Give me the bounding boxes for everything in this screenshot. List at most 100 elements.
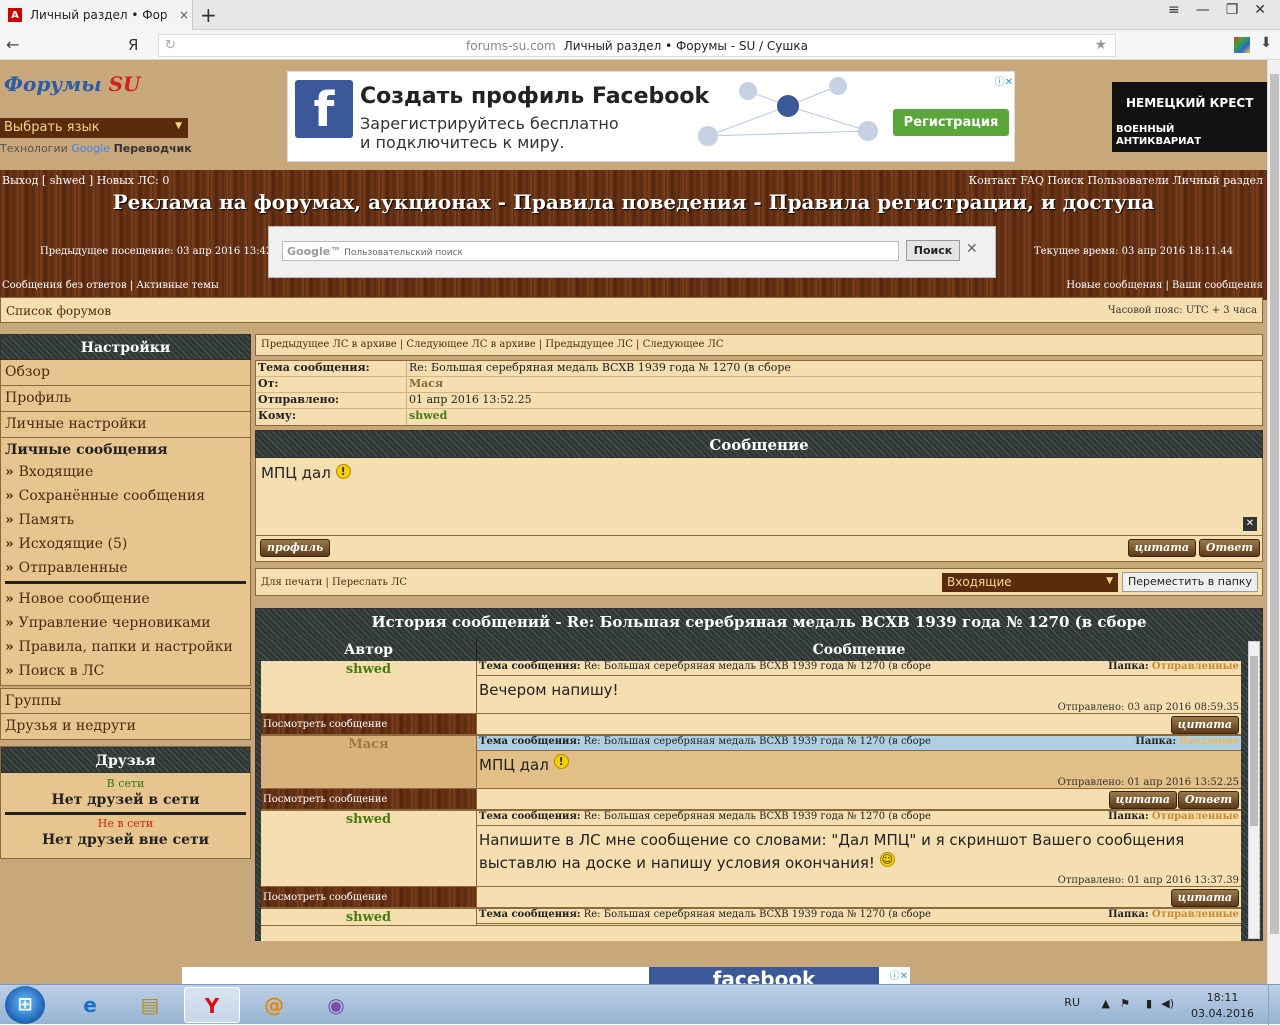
facebook-ad-banner[interactable]: f Создать профиль Facebook Зарегистрируй… — [287, 71, 1015, 162]
close-window-icon[interactable]: ✕ — [1254, 2, 1266, 18]
quote-button[interactable]: цитата — [1108, 791, 1177, 809]
viber-icon[interactable]: ◉ — [308, 987, 364, 1023]
pm-subject: Re: Большая серебряная медаль ВСХВ 1939 … — [409, 361, 791, 374]
network-icon[interactable]: ▮ — [1146, 997, 1152, 1010]
user-links: Выход [ shwed ] Новых ЛС: 0 Контакт FAQ … — [0, 174, 1267, 190]
sidebar-item-memory[interactable]: » Память — [5, 508, 250, 532]
start-button[interactable]: ⊞ — [5, 986, 45, 1024]
top-links[interactable]: Контакт FAQ Поиск Пользователи Личный ра… — [969, 174, 1263, 187]
show-desktop-button[interactable] — [1268, 985, 1280, 1025]
forum-list-link[interactable]: Список форумов — [6, 304, 111, 318]
new-posts-links[interactable]: Новые сообщения | Ваши сообщения — [1066, 280, 1263, 291]
move-to-folder-button[interactable]: Переместить в папку — [1122, 572, 1258, 592]
reply-button[interactable]: Ответ — [1198, 539, 1260, 557]
explorer-icon[interactable]: ▤ — [122, 987, 178, 1023]
pm-to-user[interactable]: shwed — [407, 409, 1262, 425]
sidebar-item-groups[interactable]: Группы — [0, 688, 251, 714]
ucp-sidebar: Настройки Обзор Профиль Личные настройки… — [0, 334, 251, 859]
unanswered-links[interactable]: Сообщения без ответов | Активные темы — [2, 280, 219, 291]
view-message-link[interactable]: Посмотреть сообщение — [261, 887, 477, 907]
current-time: Текущее время: 03 апр 2016 18:11.44 — [1034, 246, 1234, 257]
reload-icon[interactable]: ↻ — [165, 38, 176, 53]
sidebar-item-rules[interactable]: » Правила, папки и настройки — [5, 635, 250, 659]
sidebar-item-friends[interactable]: Друзья и недруги — [0, 714, 251, 740]
menu-icon[interactable]: ≡ — [1168, 2, 1180, 18]
flag-icon[interactable]: ⚑ — [1120, 997, 1130, 1010]
view-message-link[interactable]: Посмотреть сообщение — [261, 714, 477, 734]
print-forward-links[interactable]: Для печати | Переслать ЛС — [261, 577, 407, 588]
tab-close-icon[interactable]: × — [176, 8, 192, 22]
history-row: shwed Тема сообщения: Re: Большая серебр… — [261, 811, 1241, 887]
download-icon[interactable]: ⬇ — [1260, 35, 1272, 51]
history-row: shwed Тема сообщения: Re: Большая серебр… — [261, 909, 1241, 926]
extension-icon[interactable] — [1234, 37, 1250, 53]
clear-search-icon[interactable]: ✕ — [966, 241, 978, 257]
history-author[interactable]: shwed — [261, 811, 477, 886]
yandex-icon[interactable]: Я — [128, 36, 138, 54]
logout-link[interactable]: Выход [ shwed ] Новых ЛС: 0 — [2, 174, 169, 187]
page-scrollbar[interactable] — [1267, 60, 1280, 984]
tray-expand-icon[interactable]: ▲ — [1102, 997, 1110, 1010]
sidebar-item-profile[interactable]: Профиль — [0, 386, 251, 412]
timezone: Часовой пояс: UTC + 3 часа — [1107, 305, 1257, 316]
language-indicator[interactable]: RU — [1064, 996, 1080, 1009]
quote-button[interactable]: цитата — [1170, 889, 1239, 907]
view-message-link[interactable]: Посмотреть сообщение — [261, 789, 477, 809]
search-input[interactable]: Google™ Пользовательский поиск — [282, 241, 899, 261]
back-arrow-icon[interactable]: ← — [6, 35, 19, 54]
folder-select[interactable]: Входящие ▼ — [942, 573, 1118, 592]
maximize-icon[interactable]: ❐ — [1226, 2, 1239, 18]
url-field[interactable]: ↻ forums-su.com Личный раздел • Форумы -… — [158, 34, 1116, 57]
mail-agent-icon[interactable]: @ — [246, 987, 302, 1023]
pm-navigation[interactable]: Предыдущее ЛС в архиве | Следующее ЛС в … — [255, 334, 1263, 356]
quote-button[interactable]: цитата — [1170, 716, 1239, 734]
ie-icon[interactable]: e — [62, 987, 118, 1023]
site-logo[interactable]: Форумы SU — [4, 72, 141, 96]
volume-icon[interactable]: ◀) — [1161, 997, 1174, 1010]
history-scrollbar[interactable] — [1248, 641, 1260, 939]
register-button[interactable]: Регистрация — [893, 109, 1009, 136]
pm-from-user[interactable]: Мася — [407, 377, 1262, 392]
scrollbar-thumb[interactable] — [1250, 656, 1258, 826]
yandex-browser-icon[interactable]: Y — [184, 987, 240, 1023]
sidebar-item-preferences[interactable]: Личные настройки — [0, 412, 251, 438]
quote-button[interactable]: цитата — [1127, 539, 1196, 557]
pm-submenu: Личные сообщения » Входящие » Сохранённы… — [0, 438, 251, 686]
profile-button[interactable]: профиль — [260, 539, 331, 557]
translate-link[interactable]: Переводчик — [114, 142, 192, 155]
bottom-ad-banner[interactable]: facebook ⓘ✕ — [182, 967, 910, 984]
antique-ad-banner[interactable]: НЕМЕЦКИЙ КРЕСТ ВОЕННЫЙ АНТИКВАРИАТ — [1112, 82, 1267, 152]
history-author[interactable]: Мася — [261, 736, 477, 788]
history-columns: Автор Сообщение — [261, 639, 1241, 661]
history-table: Автор Сообщение shwed Тема сообщения: Re… — [261, 639, 1241, 941]
adchoices-icon[interactable]: ⓘ✕ — [890, 967, 908, 982]
sidebar-item-outbox[interactable]: » Исходящие (5) — [5, 532, 250, 556]
history-author[interactable]: shwed — [261, 909, 477, 925]
chevron-down-icon: ▼ — [1106, 576, 1113, 586]
minimize-icon[interactable]: — — [1196, 2, 1210, 18]
message-text: МПЦ дал — [261, 464, 331, 482]
system-tray: RU ▲ ⚑ ▮ ◀) 18:11 03.04.2016 — [1040, 985, 1280, 1025]
clock[interactable]: 18:11 03.04.2016 — [1191, 990, 1254, 1022]
bookmark-star-icon[interactable]: ★ — [1094, 37, 1107, 53]
pm-section-title[interactable]: Личные сообщения — [5, 442, 250, 458]
new-tab-button[interactable]: + — [200, 3, 217, 27]
sidebar-item-drafts[interactable]: » Управление черновиками — [5, 611, 250, 635]
sidebar-item-inbox[interactable]: » Входящие — [5, 460, 250, 484]
reply-button[interactable]: Ответ — [1177, 791, 1239, 809]
scrollbar-thumb[interactable] — [1270, 74, 1279, 934]
adchoices-icon[interactable]: ⓘ✕ — [995, 73, 1013, 88]
sidebar-item-saved[interactable]: » Сохранённые сообщения — [5, 484, 250, 508]
rules-banner-title[interactable]: Реклама на форумах, аукционах - Правила … — [0, 190, 1267, 214]
language-select[interactable]: Выбрать язык ▼ — [0, 118, 188, 138]
sidebar-item-sent[interactable]: » Отправленные — [5, 556, 250, 580]
sidebar-item-pm-search[interactable]: » Поиск в ЛС — [5, 659, 250, 683]
close-icon[interactable]: ✕ — [1243, 517, 1257, 531]
from-label: От: — [256, 377, 407, 392]
sidebar-item-compose[interactable]: » Новое сообщение — [5, 587, 250, 611]
search-button[interactable]: Поиск — [906, 240, 960, 261]
history-author[interactable]: shwed — [261, 661, 477, 713]
sidebar-item-overview[interactable]: Обзор — [0, 360, 251, 386]
network-graphic-icon — [698, 77, 878, 146]
browser-tab[interactable]: A Личный раздел • Форумы × — [0, 0, 193, 30]
